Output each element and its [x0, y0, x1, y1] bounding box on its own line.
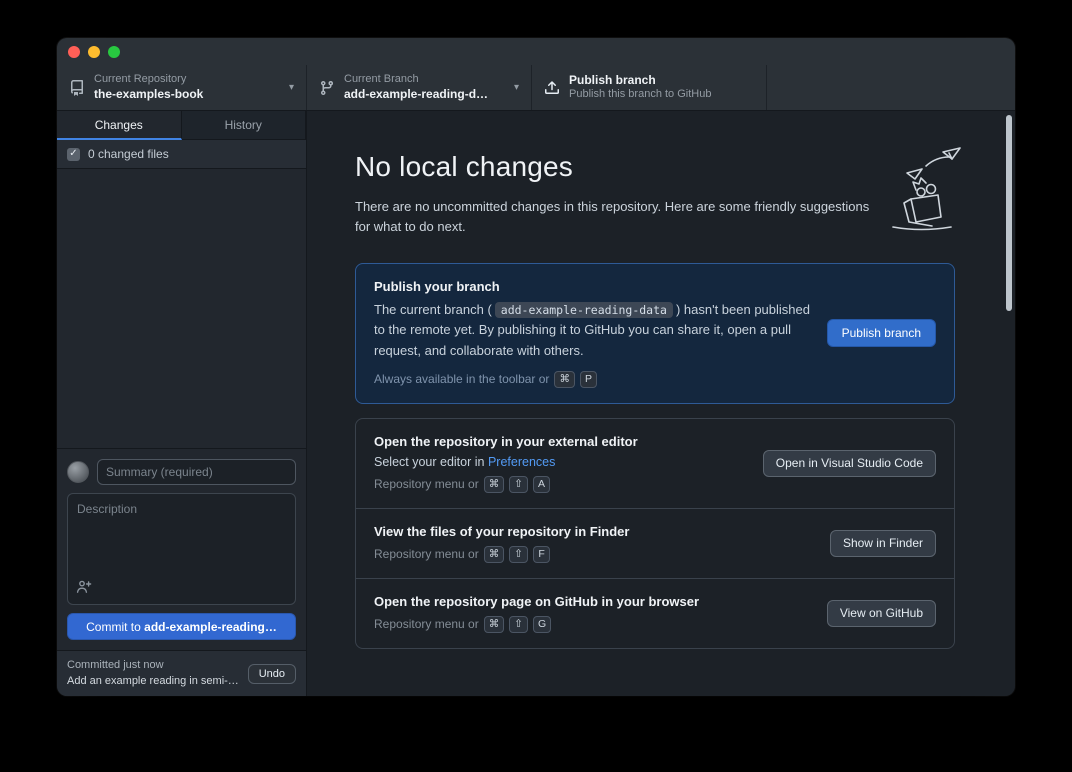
- page-title: No local changes: [355, 151, 957, 183]
- app-window: Current Repository the-examples-book ▾ C…: [57, 38, 1015, 696]
- hint-text: Repository menu or: [374, 617, 479, 631]
- cmd-key: ⌘: [554, 371, 575, 388]
- hint-text: Repository menu or: [374, 547, 479, 561]
- suggestion-show-in-finder: View the files of your repository in Fin…: [356, 508, 954, 578]
- shift-key: ⇧: [509, 476, 528, 493]
- view-on-github-button[interactable]: View on GitHub: [827, 600, 936, 627]
- changed-files-label: 0 changed files: [88, 147, 169, 161]
- publish-toolbar-subtitle: Publish this branch to GitHub: [569, 88, 754, 102]
- sidebar: Changes History ✓ 0 changed files: [57, 111, 307, 696]
- current-repository-name: the-examples-book: [94, 87, 280, 102]
- suggestion-hint: Repository menu or ⌘ ⇧ G: [374, 616, 811, 633]
- add-coauthor-button[interactable]: [76, 579, 92, 598]
- select-all-checkbox[interactable]: ✓: [67, 148, 80, 161]
- changed-files-header: ✓ 0 changed files: [57, 140, 306, 169]
- suggestion-hint: Repository menu or ⌘ ⇧ F: [374, 546, 814, 563]
- commit-form: Commit to add-example-reading…: [57, 448, 306, 650]
- window-content: Changes History ✓ 0 changed files: [57, 111, 1015, 696]
- publish-branch-button[interactable]: Publish branch: [827, 319, 936, 347]
- suggestion-line: Select your editor in Preferences: [374, 455, 747, 469]
- suggestion-view-on-github: Open the repository page on GitHub in yo…: [356, 578, 954, 648]
- undo-commit-bar: Committed just now Add an example readin…: [57, 650, 306, 696]
- publish-branch-card: Publish your branch The current branch (…: [355, 263, 955, 403]
- current-branch-name: add-example-reading-d…: [344, 87, 505, 102]
- show-in-finder-button[interactable]: Show in Finder: [830, 530, 936, 557]
- main-panel: No local changes There are no uncommitte…: [307, 111, 1015, 696]
- undo-commit-message: Add an example reading in semi-…: [67, 674, 240, 689]
- f-key: F: [533, 546, 550, 563]
- open-in-editor-button[interactable]: Open in Visual Studio Code: [763, 450, 936, 477]
- upload-icon: [544, 80, 560, 96]
- publish-card-body-pre: The current branch (: [374, 302, 492, 317]
- a-key: A: [533, 476, 550, 493]
- summary-input[interactable]: [97, 459, 296, 485]
- toolbar: Current Repository the-examples-book ▾ C…: [57, 65, 1015, 111]
- hint-text: Repository menu or: [374, 477, 479, 491]
- p-key: P: [580, 371, 597, 388]
- shift-key: ⇧: [509, 546, 528, 563]
- publish-branch-toolbar-button[interactable]: Publish branch Publish this branch to Gi…: [532, 65, 767, 110]
- publish-card-body: The current branch (add-example-reading-…: [374, 300, 811, 360]
- branch-code: add-example-reading-data: [495, 302, 673, 318]
- page-subtitle: There are no uncommitted changes in this…: [355, 197, 870, 237]
- scrollbar[interactable]: [1006, 115, 1012, 311]
- preferences-link[interactable]: Preferences: [488, 455, 555, 469]
- description-textarea[interactable]: [68, 494, 295, 576]
- current-branch-label: Current Branch: [344, 73, 505, 87]
- undo-status: Committed just now: [67, 658, 240, 673]
- repo-icon: [69, 80, 85, 96]
- chevron-down-icon: ▾: [289, 82, 294, 93]
- changed-files-list: [57, 169, 306, 448]
- cmd-key: ⌘: [484, 616, 505, 633]
- suggestion-external-editor: Open the repository in your external edi…: [356, 419, 954, 508]
- tab-history[interactable]: History: [182, 111, 307, 140]
- commit-button-prefix: Commit to: [86, 620, 144, 634]
- close-window-button[interactable]: [68, 46, 80, 58]
- commit-button-branch: add-example-reading…: [144, 620, 277, 634]
- current-repository-button[interactable]: Current Repository the-examples-book ▾: [57, 65, 307, 110]
- suggestion-title: Open the repository page on GitHub in yo…: [374, 594, 811, 609]
- tab-changes[interactable]: Changes: [57, 111, 182, 140]
- current-branch-button[interactable]: Current Branch add-example-reading-d… ▾: [307, 65, 532, 110]
- cmd-key: ⌘: [484, 546, 505, 563]
- publish-card-hint: Always available in the toolbar or ⌘ P: [374, 371, 811, 388]
- cmd-key: ⌘: [484, 476, 505, 493]
- shift-key: ⇧: [509, 616, 528, 633]
- hint-text: Always available in the toolbar or: [374, 372, 549, 386]
- suggestion-title: Open the repository in your external edi…: [374, 434, 747, 449]
- description-box: [67, 493, 296, 605]
- undo-button[interactable]: Undo: [248, 664, 296, 684]
- git-branch-icon: [319, 80, 335, 96]
- chevron-down-icon: ▾: [514, 82, 519, 93]
- zoom-window-button[interactable]: [108, 46, 120, 58]
- titlebar: [57, 38, 1015, 65]
- minimize-window-button[interactable]: [88, 46, 100, 58]
- g-key: G: [533, 616, 551, 633]
- sidebar-tabs: Changes History: [57, 111, 306, 140]
- avatar: [67, 461, 89, 483]
- doodle-illustration: [873, 145, 965, 236]
- suggestions-list: Open the repository in your external edi…: [355, 418, 955, 649]
- person-add-icon: [76, 579, 92, 598]
- publish-card-title: Publish your branch: [374, 279, 811, 294]
- suggestion-line-text: Select your editor in: [374, 455, 488, 469]
- suggestion-title: View the files of your repository in Fin…: [374, 524, 814, 539]
- publish-toolbar-title: Publish branch: [569, 73, 754, 88]
- current-repository-label: Current Repository: [94, 73, 280, 87]
- suggestion-hint: Repository menu or ⌘ ⇧ A: [374, 476, 747, 493]
- commit-button[interactable]: Commit to add-example-reading…: [67, 613, 296, 640]
